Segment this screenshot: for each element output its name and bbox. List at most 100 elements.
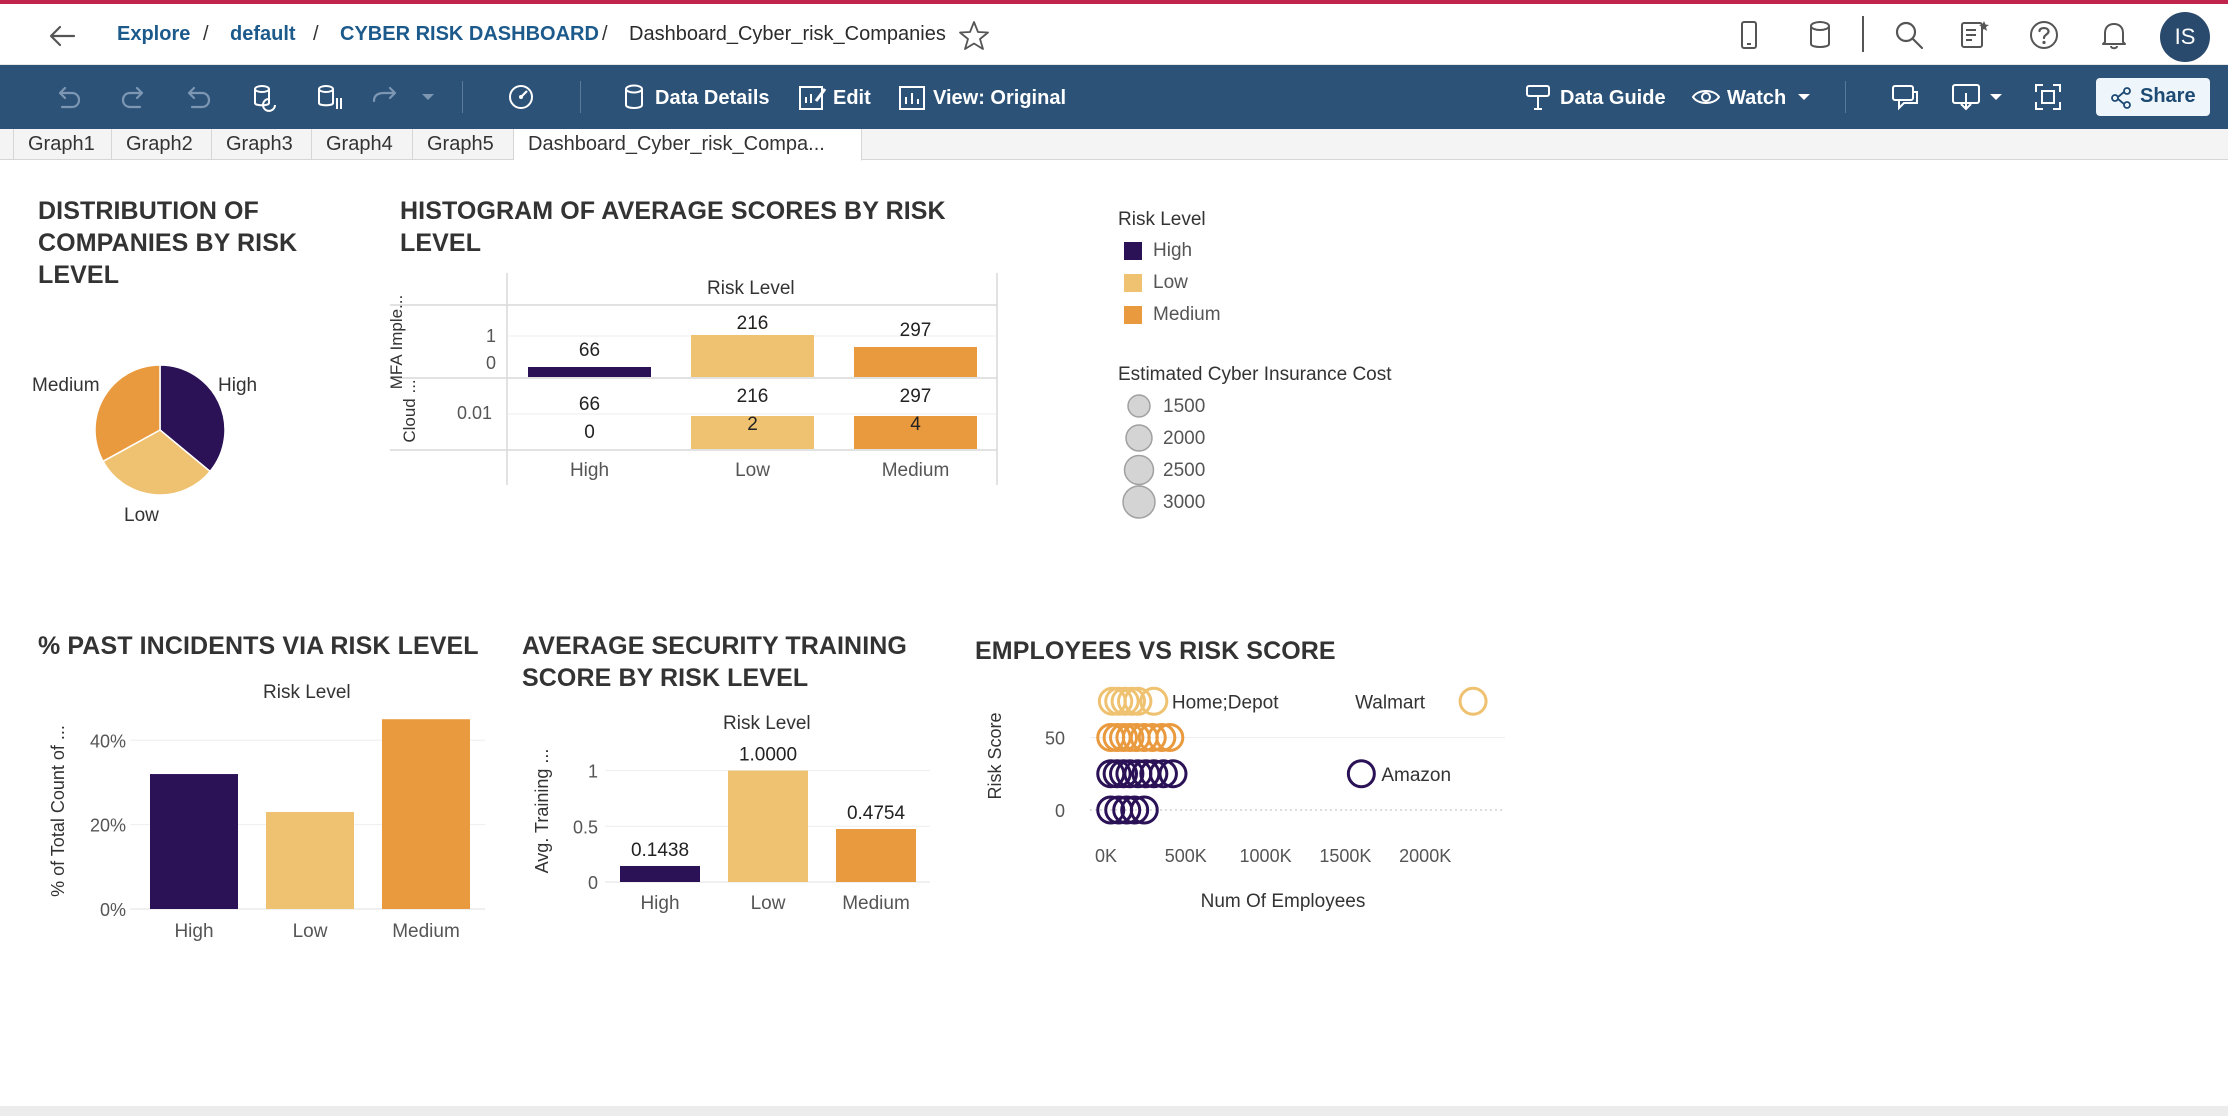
histogram-value: 0 <box>584 422 595 443</box>
x-category-label: Low <box>293 921 328 942</box>
chevron-down-icon[interactable] <box>412 81 444 113</box>
incidents-bar-high[interactable] <box>150 774 238 909</box>
pie-chart-title: DISTRIBUTION OF COMPANIES BY RISK LEVEL <box>38 197 298 289</box>
data-guide-button[interactable]: Data Guide <box>1560 86 1666 110</box>
histogram-category: High <box>569 460 610 481</box>
pause-updates-icon[interactable] <box>313 81 345 113</box>
histogram-value: 216 <box>736 386 769 407</box>
scatter-point[interactable] <box>1346 759 1376 789</box>
legend-cost-item[interactable]: 3000 <box>1163 492 1205 514</box>
tab-graph3[interactable]: Graph3 <box>212 129 312 160</box>
back-arrow-icon[interactable] <box>46 19 80 53</box>
share-button[interactable]: Share <box>2096 78 2210 116</box>
legend-swatch-low[interactable] <box>1124 274 1142 292</box>
edit-button[interactable]: Edit <box>833 86 871 110</box>
favorite-star-icon[interactable] <box>957 19 991 53</box>
legend-item-low[interactable]: Low <box>1153 272 1188 294</box>
tab-graph5[interactable]: Graph5 <box>413 129 514 160</box>
histogram-value: 2 <box>747 414 758 435</box>
data-details-button[interactable]: Data Details <box>655 86 770 110</box>
histogram-category: Low <box>735 460 770 481</box>
training-chart-header: Risk Level <box>723 713 811 734</box>
download-icon[interactable] <box>1950 81 1982 113</box>
tab-graph4[interactable]: Graph4 <box>312 129 413 160</box>
search-icon[interactable] <box>1892 18 1926 52</box>
histogram-value: 297 <box>899 386 932 407</box>
user-avatar[interactable]: IS <box>2160 12 2210 62</box>
y-tick-label: 1 <box>588 762 598 782</box>
breadcrumb-workbook[interactable]: CYBER RISK DASHBOARD <box>340 22 599 46</box>
bottom-strip <box>0 1106 2228 1116</box>
incidents-bar-medium[interactable] <box>382 719 470 909</box>
incidents-bar-chart[interactable]: 40% 20% 0% High Low Medium <box>60 705 490 945</box>
x-tick-label: 1000K <box>1240 846 1292 866</box>
histogram-bar-medium-row1[interactable] <box>854 347 977 377</box>
tab-dashboard[interactable]: Dashboard_Cyber_risk_Compa... <box>514 129 862 161</box>
legend-cost-item[interactable]: 1500 <box>1163 396 1205 418</box>
x-tick-label: 500K <box>1165 846 1207 866</box>
pie-chart[interactable] <box>90 360 230 500</box>
histogram-bar-low-row1[interactable] <box>691 335 814 377</box>
performance-gauge-icon[interactable] <box>505 81 537 113</box>
scatter-point[interactable] <box>1458 686 1488 716</box>
breadcrumb-explore[interactable]: Explore <box>117 22 190 46</box>
histogram-category: Medium <box>881 460 950 481</box>
toolbar-divider <box>462 81 463 113</box>
breadcrumb-project[interactable]: default <box>230 22 296 46</box>
training-bar-chart[interactable]: 1 0.5 0 0.1438 High 1.0000 Low 0.4754 Medium <box>550 735 940 925</box>
pie-label-low: Low <box>124 505 159 526</box>
revert-icon[interactable] <box>182 81 214 113</box>
y-tick-label: 40% <box>90 731 126 751</box>
legend-swatch-medium[interactable] <box>1124 306 1142 324</box>
device-preview-icon[interactable] <box>1732 18 1766 52</box>
training-bar-medium[interactable] <box>836 829 916 882</box>
training-chart-title: AVERAGE SECURITY TRAINING SCORE BY RISK … <box>522 632 907 692</box>
data-source-icon[interactable] <box>1803 18 1837 52</box>
legend-cost-item[interactable]: 2000 <box>1163 428 1205 450</box>
histogram-tick: 0 <box>486 353 497 373</box>
watch-button[interactable]: Watch <box>1727 86 1786 110</box>
watch-eye-icon[interactable] <box>1690 81 1722 113</box>
redo-icon[interactable] <box>118 81 150 113</box>
incidents-bar-low[interactable] <box>266 812 354 909</box>
replay-icon[interactable] <box>368 81 400 113</box>
scatter-chart[interactable]: 50 0 0K 500K 1000K 1500K 2000K Num Of Employees… <box>1040 670 1520 920</box>
refresh-data-icon[interactable] <box>248 81 280 113</box>
training-bar-low[interactable] <box>728 770 808 882</box>
pie-label-high: High <box>218 375 258 396</box>
histogram-header: Risk Level <box>707 278 795 299</box>
chevron-down-icon[interactable] <box>1788 81 1820 113</box>
incidents-chart-title: % PAST INCIDENTS VIA RISK LEVEL <box>38 632 479 660</box>
y-tick-label: 20% <box>90 816 126 836</box>
comments-icon[interactable] <box>1890 81 1922 113</box>
data-guide-icon[interactable] <box>1522 81 1554 113</box>
legend-item-high[interactable]: High <box>1153 240 1192 262</box>
legend-risk-title: Risk Level <box>1118 209 1206 230</box>
edit-pencil-chart-icon[interactable] <box>796 81 828 113</box>
tab-graph2[interactable]: Graph2 <box>112 129 212 160</box>
view-chart-icon[interactable] <box>896 81 928 113</box>
legend-cost-item[interactable]: 2500 <box>1163 460 1205 482</box>
view-original-button[interactable]: View: Original <box>933 86 1066 110</box>
y-tick-label: 0 <box>1055 801 1065 821</box>
histogram-tick: 0.01 <box>457 403 493 423</box>
legend-item-medium[interactable]: Medium <box>1153 304 1221 326</box>
legend-swatch-high[interactable] <box>1124 242 1142 260</box>
x-category-label: High <box>640 893 679 914</box>
database-icon[interactable] <box>618 81 650 113</box>
undo-icon[interactable] <box>52 81 84 113</box>
histogram-bar-high-row1[interactable] <box>528 367 651 377</box>
share-icon <box>2111 87 2131 109</box>
tab-graph1[interactable]: Graph1 <box>14 129 112 160</box>
breadcrumb-separator: / <box>602 23 608 45</box>
chevron-down-icon[interactable] <box>1980 81 2012 113</box>
breadcrumb-separator: / <box>203 23 209 45</box>
x-axis-label: Num Of Employees <box>1201 891 1366 912</box>
help-icon[interactable] <box>2027 18 2061 52</box>
x-tick-label: 2000K <box>1399 846 1451 866</box>
recommendations-icon[interactable] <box>1957 18 1991 52</box>
fullscreen-icon[interactable] <box>2032 81 2064 113</box>
notifications-bell-icon[interactable] <box>2097 18 2131 52</box>
histogram-value: 297 <box>899 320 932 341</box>
training-bar-high[interactable] <box>620 865 700 882</box>
